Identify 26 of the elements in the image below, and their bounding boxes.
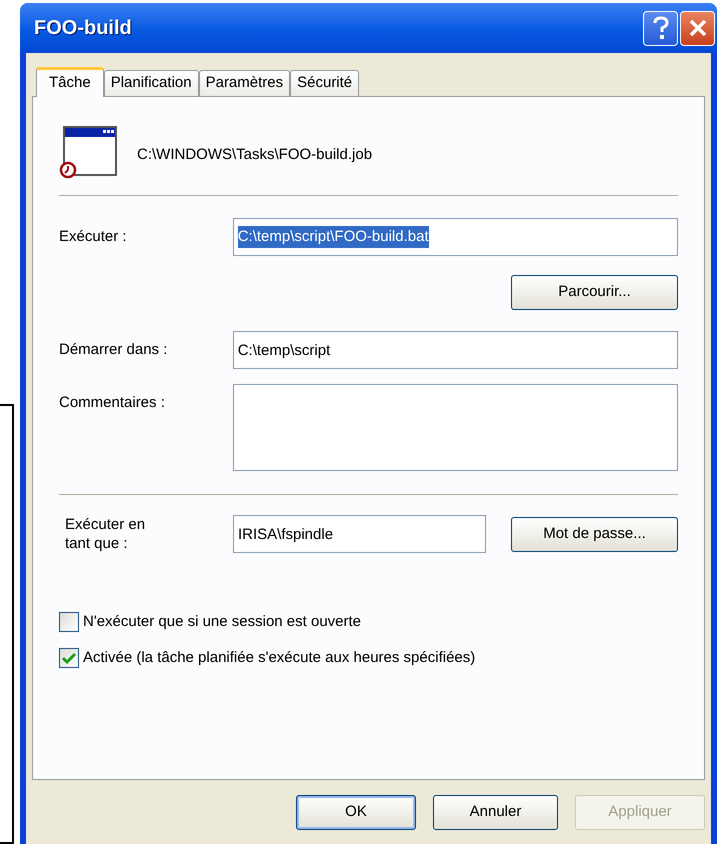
run-label: Exécuter : (59, 226, 128, 247)
start-in-label: Démarrer dans : (59, 340, 168, 360)
tab[interactable]: Tâche (36, 67, 104, 97)
password-button[interactable]: Mot de passe... (511, 516, 678, 552)
window-title: FOO-build (34, 16, 132, 41)
comments-label: Commentaires : (59, 393, 166, 413)
tab[interactable]: Sécurité (290, 70, 360, 96)
help-icon (652, 16, 670, 40)
run-as-label: Exécuter en tant que : (64, 515, 146, 553)
input-field[interactable]: C:\temp\script (232, 331, 678, 369)
browse-button[interactable]: Parcourir... (511, 275, 678, 310)
checkbox[interactable] (59, 648, 79, 668)
checkbox[interactable] (59, 612, 79, 632)
dialog-button[interactable]: Annuler (433, 795, 558, 830)
input-field[interactable]: C:\temp\script\FOO-build.bat (232, 218, 678, 256)
comments-field[interactable] (232, 384, 678, 471)
close-button[interactable] (680, 10, 715, 46)
dialog-button[interactable]: OK (296, 795, 416, 830)
help-button[interactable] (643, 10, 678, 46)
close-icon (688, 18, 708, 38)
task-file-path: C:\WINDOWS\Tasks\FOO-build.job (137, 144, 372, 165)
checkbox-label: N'exécuter que si une session est ouverte (83, 612, 362, 632)
checkbox-label: Activée (la tâche planifiée s'exécute aux heures spécifiées) (83, 648, 476, 668)
input-field[interactable]: IRISA\fspindle (233, 515, 486, 553)
tab[interactable]: Paramètres (198, 70, 290, 96)
tab[interactable]: Planification (104, 70, 199, 96)
